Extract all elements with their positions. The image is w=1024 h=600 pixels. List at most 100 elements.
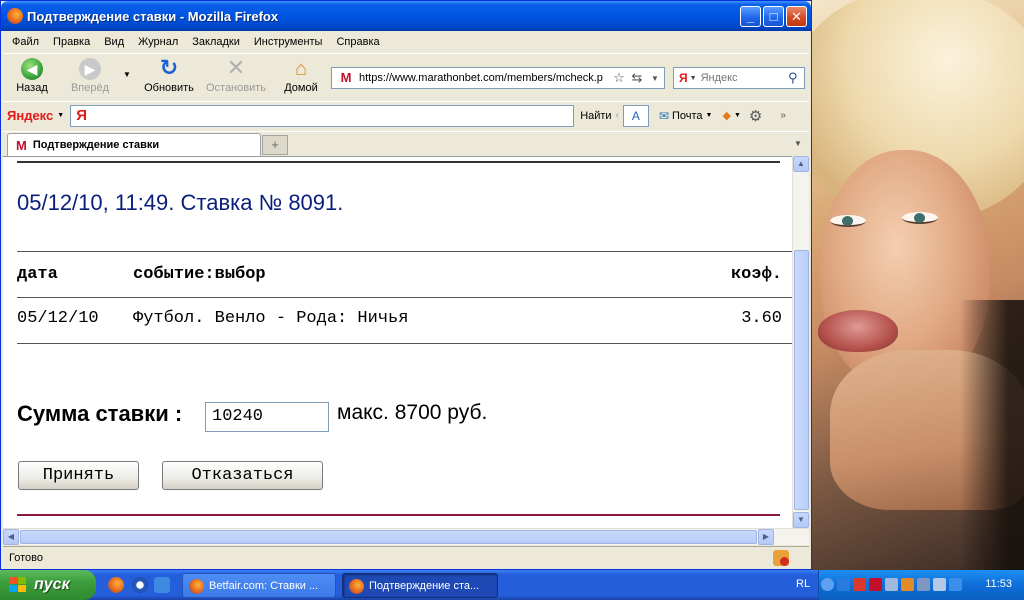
home-button[interactable]: ⌂ Домой — [279, 58, 323, 94]
menu-bookmarks[interactable]: Закладки — [185, 36, 247, 48]
stake-amount-input[interactable]: 10240 — [205, 402, 329, 432]
title-bar[interactable]: Подтверждение ставки - Mozilla Firefox _… — [1, 1, 811, 31]
search-engine-icon[interactable]: Я — [679, 71, 688, 85]
tab-favicon: M — [16, 137, 27, 153]
address-bar[interactable]: M https://www.marathonbet.com/members/mc… — [331, 67, 665, 89]
history-dropdown-icon[interactable]: ▼ — [123, 70, 131, 79]
addon-status-icon[interactable] — [773, 550, 789, 566]
quicklaunch-app-icon[interactable] — [154, 577, 170, 593]
horizontal-scroll-thumb[interactable] — [20, 530, 757, 544]
table-top-rule — [17, 251, 792, 252]
status-bar: Готово — [3, 546, 809, 568]
column-header-date: дата — [17, 265, 58, 284]
start-label: пуск — [34, 576, 70, 593]
window-title: Подтверждение ставки - Mozilla Firefox — [27, 9, 279, 24]
menu-view[interactable]: Вид — [97, 36, 131, 48]
stop-button[interactable]: ✕ Остановить — [201, 55, 271, 95]
new-tab-button[interactable]: + — [262, 135, 288, 155]
home-label: Домой — [284, 82, 318, 94]
table-bottom-rule — [17, 343, 792, 344]
search-engine-dropdown-icon[interactable]: ▼ — [690, 75, 697, 82]
back-label: Назад — [16, 82, 48, 94]
firefox-icon — [349, 579, 364, 594]
tray-misc-icon[interactable] — [933, 578, 946, 591]
navigation-toolbar: ◀ Назад ▶ Вперёд ▼ ↻ Обновить ✕ Останови… — [3, 53, 809, 99]
search-box[interactable]: Я ▼ ⚲ — [673, 67, 805, 89]
column-header-event: событие:выбор — [133, 265, 266, 284]
network-icon[interactable] — [837, 578, 850, 591]
tray-monitor-icon[interactable] — [917, 578, 930, 591]
language-indicator[interactable]: RL — [796, 578, 810, 590]
yandex-translate-icon[interactable]: A — [622, 104, 649, 127]
scroll-left-icon[interactable]: ◀ — [3, 529, 19, 545]
decline-button[interactable]: Отказаться — [162, 461, 323, 490]
top-divider — [17, 161, 780, 163]
marathon-tray-icon[interactable] — [869, 578, 882, 591]
close-button[interactable]: ✕ — [786, 6, 807, 27]
wallpaper-eye-right — [902, 212, 938, 224]
back-button[interactable]: ◀ Назад — [9, 58, 55, 94]
bookmark-star-icon[interactable]: ☆ — [610, 70, 628, 86]
back-arrow-icon: ◀ — [21, 58, 43, 80]
quicklaunch-media-player-icon[interactable] — [132, 577, 148, 593]
volume-icon[interactable] — [885, 578, 898, 591]
menu-help[interactable]: Справка — [329, 36, 386, 48]
toolbar-overflow-icon[interactable]: » — [780, 110, 786, 121]
scroll-down-icon[interactable]: ▼ — [793, 512, 809, 528]
taskbar-item-bet-confirmation[interactable]: Подтверждение ста... — [342, 573, 498, 598]
browser-window: Подтверждение ставки - Mozilla Firefox _… — [0, 0, 812, 570]
vertical-scroll-thumb[interactable] — [794, 250, 809, 510]
reload-label: Обновить — [144, 82, 194, 94]
tray-expand-icon[interactable] — [821, 578, 834, 591]
gear-icon[interactable]: ⚙ — [749, 107, 762, 125]
menu-edit[interactable]: Правка — [46, 36, 97, 48]
minimize-button[interactable]: _ — [740, 6, 761, 27]
forward-button[interactable]: ▶ Вперёд — [67, 58, 113, 94]
toolbar-separator-icon: ‹ — [615, 110, 619, 121]
clock: 11:53 — [985, 578, 1012, 590]
search-icon[interactable]: ⚲ — [788, 70, 804, 86]
tab-bet-confirmation[interactable]: M Подтверждение ставки — [7, 133, 261, 156]
menu-tools[interactable]: Инструменты — [247, 36, 330, 48]
yandex-logo[interactable]: Яндекс — [7, 108, 53, 123]
column-header-odds: коэф. — [730, 265, 782, 284]
maximize-button[interactable]: □ — [763, 6, 784, 27]
firefox-icon — [189, 579, 204, 594]
translate-icon[interactable]: ⇆ — [628, 70, 646, 86]
taskbar-item-betfair[interactable]: Betfair.com: Ставки ... — [182, 573, 336, 598]
table-header-rule — [17, 297, 792, 298]
tray-app-icon[interactable] — [901, 578, 914, 591]
yandex-find-button[interactable]: Найти — [580, 110, 611, 122]
mail-dropdown-icon[interactable]: ▼ — [706, 112, 713, 119]
security-alert-icon[interactable] — [853, 578, 866, 591]
firefox-icon — [7, 8, 23, 24]
url-dropdown-icon[interactable]: ▼ — [646, 74, 664, 83]
search-input[interactable] — [700, 72, 788, 84]
menu-history[interactable]: Журнал — [131, 36, 185, 48]
forward-label: Вперёд — [70, 82, 110, 94]
scroll-right-icon[interactable]: ▶ — [758, 529, 774, 545]
horizontal-scrollbar[interactable]: ◀ ▶ — [3, 528, 809, 545]
task-label: Подтверждение ста... — [369, 580, 480, 592]
mail-icon: ✉ — [658, 108, 669, 123]
yandex-bookmarks-icon[interactable]: ◆ ▼ — [722, 109, 740, 122]
vertical-scrollbar[interactable]: ▲ ▼ — [792, 156, 809, 528]
yandex-search-field[interactable]: Я — [70, 104, 575, 127]
url-text[interactable]: https://www.marathonbet.com/members/mche… — [359, 72, 610, 84]
stop-icon: ✕ — [226, 55, 246, 80]
bottom-divider — [17, 514, 780, 516]
menu-file[interactable]: Файл — [5, 36, 46, 48]
yandex-dropdown-icon[interactable]: ▼ — [57, 112, 64, 119]
reload-button[interactable]: ↻ Обновить — [139, 57, 199, 95]
quicklaunch-firefox-icon[interactable] — [108, 577, 124, 593]
stake-max-text: макс. 8700 руб. — [337, 401, 488, 424]
tab-title: Подтверждение ставки — [32, 139, 160, 151]
start-button[interactable]: пуск — [0, 570, 96, 600]
scroll-up-icon[interactable]: ▲ — [793, 156, 809, 172]
tab-list-dropdown-icon[interactable]: ▼ — [789, 135, 807, 155]
stop-label: Остановить — [205, 82, 267, 94]
tray-display-icon[interactable] — [949, 578, 962, 591]
cell-odds: 3.60 — [741, 309, 782, 328]
yandex-mail-button[interactable]: ✉ Почта ▼ — [659, 109, 713, 123]
accept-button[interactable]: Принять — [18, 461, 139, 490]
